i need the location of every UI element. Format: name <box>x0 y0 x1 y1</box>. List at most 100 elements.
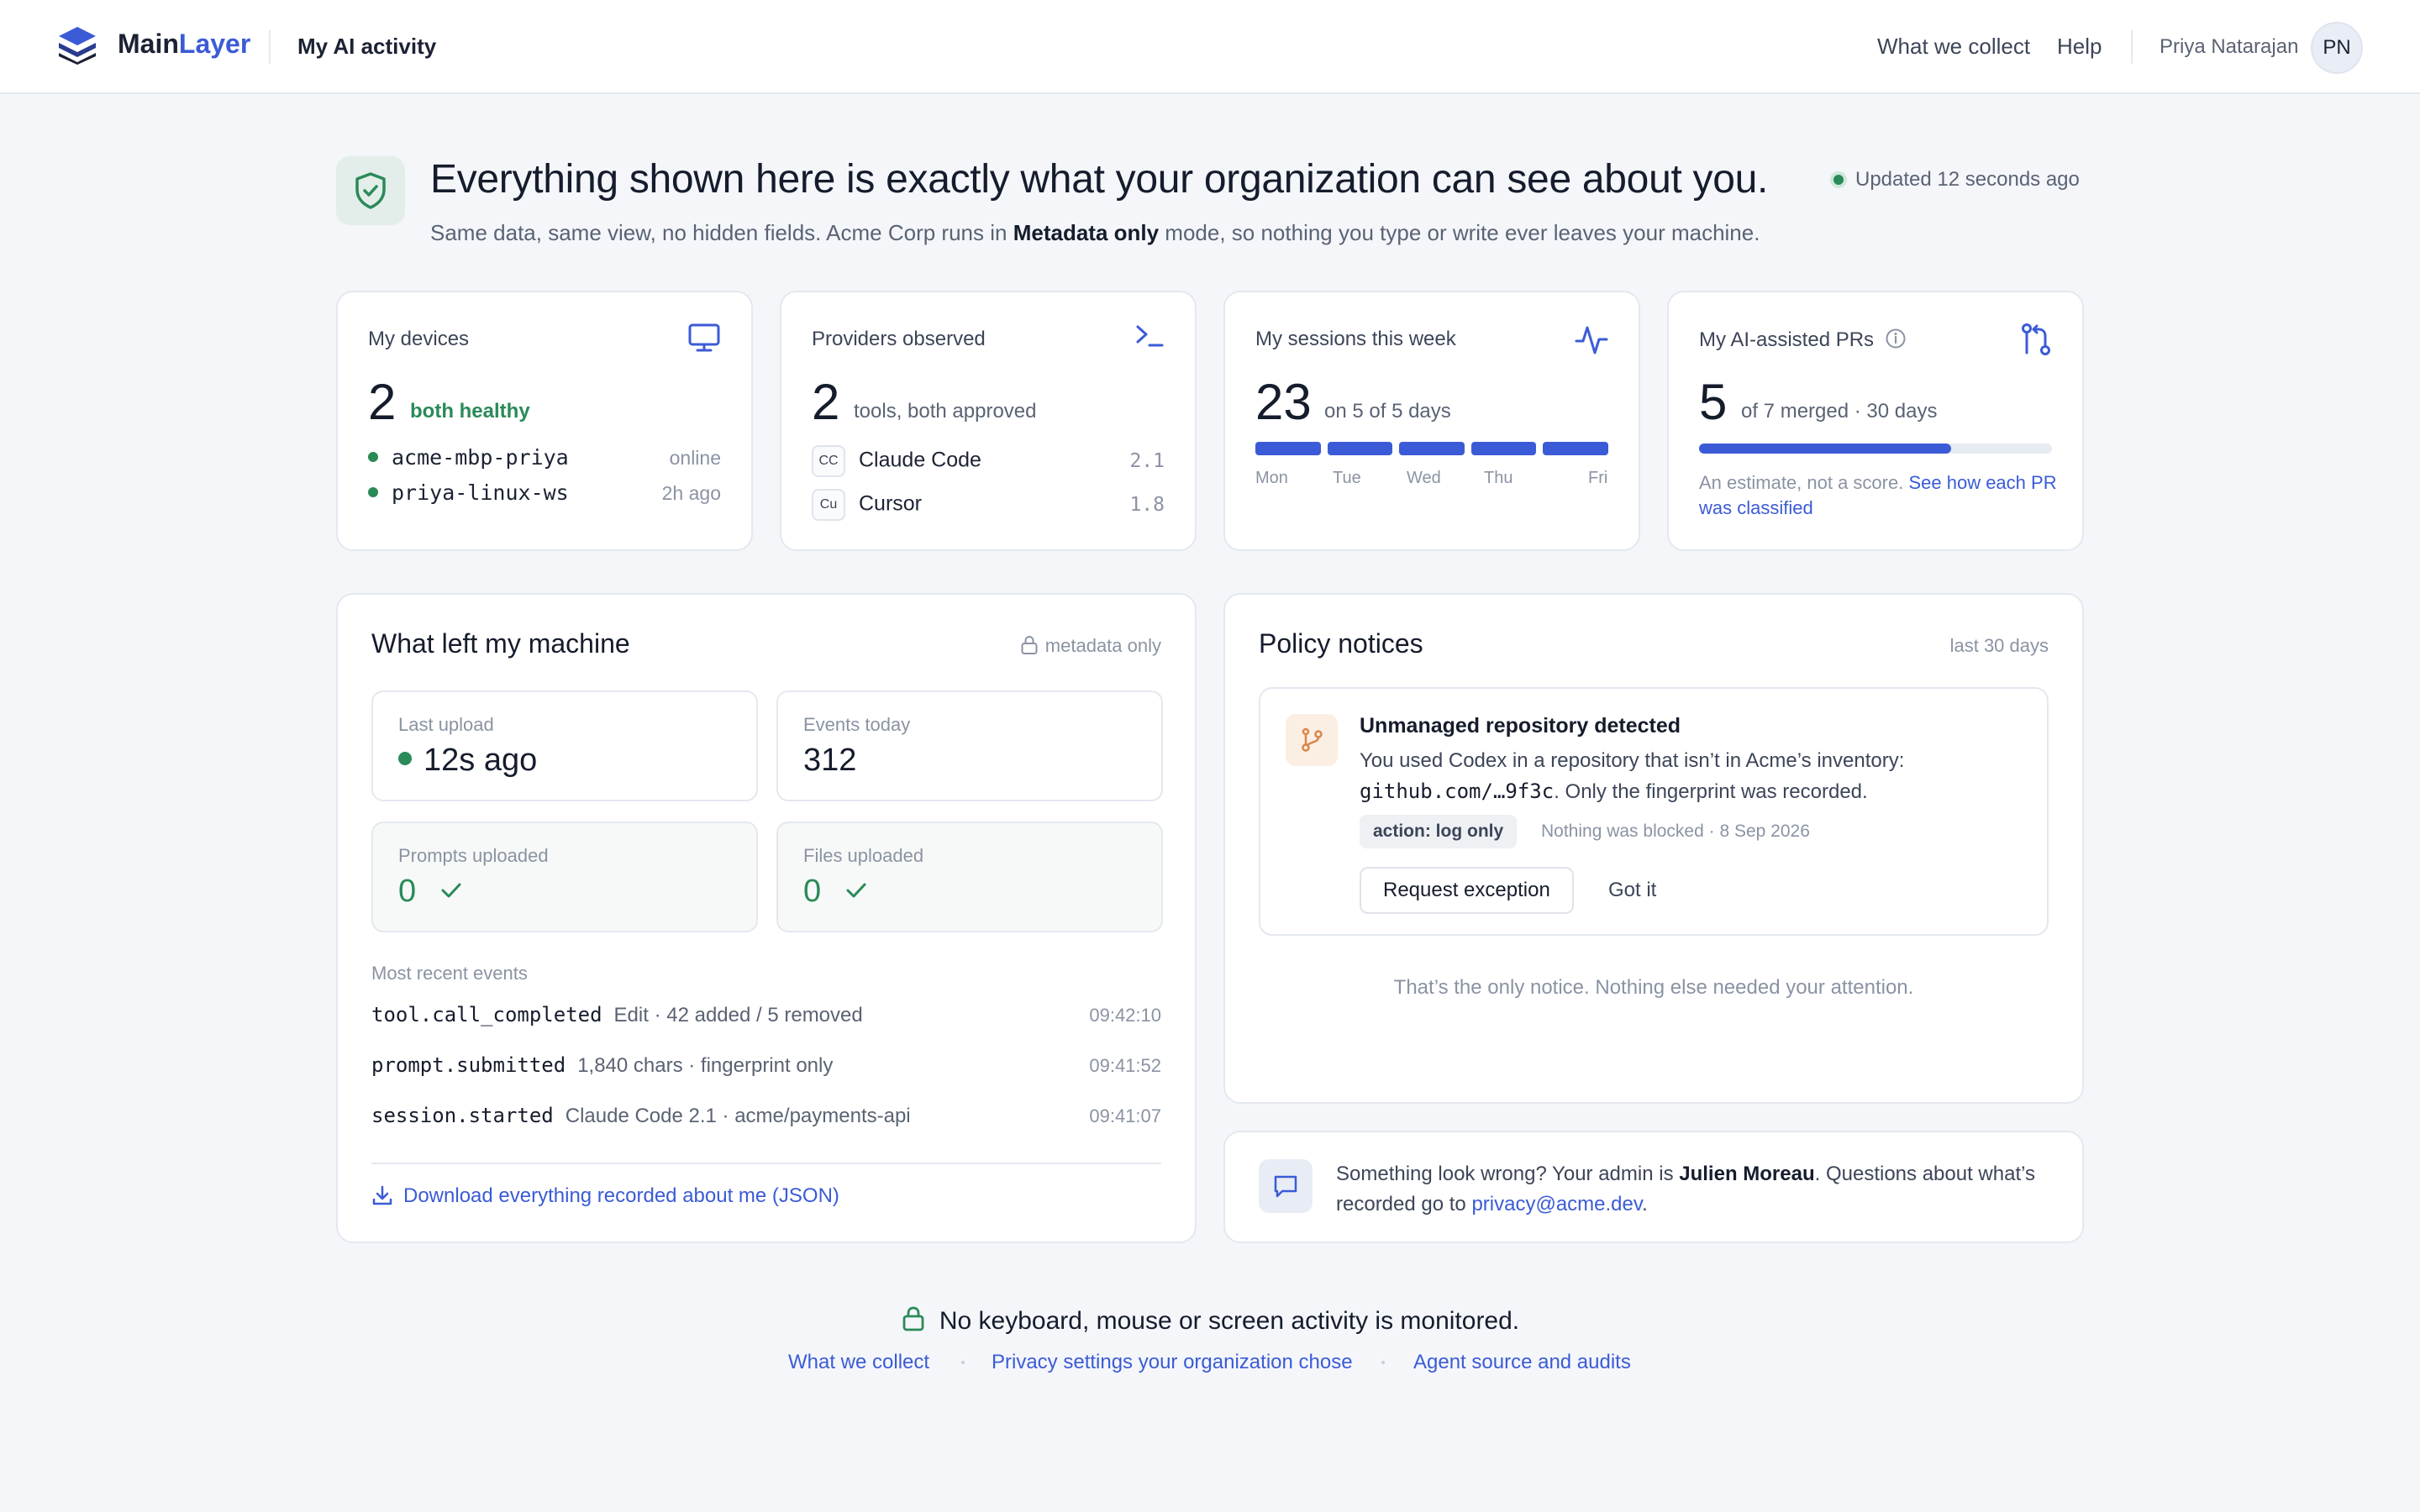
event-desc: 1,840 chars · fingerprint only <box>577 1054 834 1077</box>
device-status: online <box>669 447 721 469</box>
page-title: My AI activity <box>297 34 437 59</box>
brand-name[interactable]: MainLayer <box>118 29 250 60</box>
day-activity-bar <box>1399 442 1465 455</box>
activity-pulse-icon <box>1575 326 1608 354</box>
message-icon-badge <box>1259 1159 1313 1213</box>
footer-separator <box>961 1361 965 1364</box>
weekday-activity-bars <box>1255 442 1608 455</box>
provider-name: Cursor <box>859 491 923 516</box>
footer-link-agent-source[interactable]: Agent source and audits <box>1413 1351 1631 1374</box>
section-title: Policy notices <box>1259 628 1423 659</box>
avatar[interactable]: PN <box>2311 22 2363 74</box>
device-health-note: both healthy <box>410 400 530 423</box>
notice-range: last 30 days <box>1949 635 2049 656</box>
card-label: My sessions this week <box>1255 328 1456 350</box>
notice-icon-badge <box>1286 714 1338 766</box>
stat-value: 0 <box>803 874 867 910</box>
footer-link-privacy-settings[interactable]: Privacy settings your organization chose <box>992 1351 1353 1374</box>
day-activity-bar <box>1470 442 1537 455</box>
device-row[interactable]: acme-mbp-priya online <box>368 445 721 470</box>
provider-row[interactable]: Cu Cursor 1.8 <box>812 489 1165 521</box>
download-json-link[interactable]: Download everything recorded about me (J… <box>371 1184 839 1208</box>
stat-value: 312 <box>803 743 857 778</box>
day-label: Fri <box>1588 469 1608 487</box>
provider-name: Claude Code <box>859 448 981 472</box>
stat-files-uploaded: Files uploaded 0 <box>776 822 1163 932</box>
event-time: 09:41:52 <box>1089 1055 1161 1076</box>
provider-row[interactable]: CC Claude Code 2.1 <box>812 445 1165 477</box>
terminal-icon <box>1136 325 1164 347</box>
pr-note: of 7 merged · 30 days <box>1741 400 1938 423</box>
pr-merge-progress-fill <box>1699 444 1951 454</box>
pr-estimate-note: An estimate, not a score. See how each P… <box>1699 472 2057 518</box>
session-count: 23 <box>1255 374 1312 430</box>
got-it-button[interactable]: Got it <box>1608 879 1656 902</box>
provider-version: 1.8 <box>1129 494 1165 516</box>
event-time: 09:41:07 <box>1089 1105 1161 1126</box>
stat-value: 0 <box>398 874 462 910</box>
live-status-dot <box>1830 171 1847 188</box>
admin-contact-text: Something look wrong? Your admin is Juli… <box>1336 1163 2036 1215</box>
footer-link-what-we-collect[interactable]: What we collect <box>788 1351 929 1374</box>
top-bar: MainLayer My AI activity What we collect… <box>0 0 2420 94</box>
machine-uploads-panel: What left my machine metadata only Last … <box>336 593 1197 1243</box>
device-count: 2 <box>368 374 397 430</box>
policy-notice-card: Unmanaged repository detected You used C… <box>1259 687 2049 936</box>
device-row[interactable]: priya-linux-ws 2h ago <box>368 480 721 506</box>
event-name: session.started <box>371 1104 554 1127</box>
action-badge: action: log only <box>1360 815 1518 848</box>
providers-card: Providers observed 2 tools, both approve… <box>780 291 1197 551</box>
notice-title: Unmanaged repository detected <box>1360 714 1681 738</box>
monitor-icon <box>688 323 720 352</box>
event-name: prompt.submitted <box>371 1053 566 1077</box>
provider-tag: CC <box>812 445 845 477</box>
provider-note: tools, both approved <box>854 400 1037 423</box>
privacy-email-link[interactable]: privacy@acme.dev <box>1471 1193 1642 1215</box>
event-desc: Claude Code 2.1 · acme/payments-api <box>565 1105 911 1127</box>
monitoring-statement: No keyboard, mouse or screen activity is… <box>0 1305 2420 1336</box>
card-label: My AI-assisted PRs <box>1699 328 1907 352</box>
event-row[interactable]: tool.call_completed Edit · 42 added / 5 r… <box>371 1003 1161 1027</box>
pr-merge-progress <box>1699 444 2052 454</box>
day-activity-bar <box>1255 442 1321 455</box>
provider-version: 2.1 <box>1129 450 1165 472</box>
stat-label: Files uploaded <box>803 845 924 866</box>
admin-name: Julien Moreau <box>1679 1163 1815 1185</box>
hero-title: Everything shown here is exactly what yo… <box>430 157 1769 202</box>
day-activity-bar <box>1327 442 1393 455</box>
stat-last-upload: Last upload 12s ago <box>371 690 758 801</box>
info-icon[interactable] <box>1885 328 1907 349</box>
shield-check-icon <box>355 172 386 209</box>
stat-prompts-uploaded: Prompts uploaded 0 <box>371 822 758 932</box>
check-icon <box>846 883 866 898</box>
lock-icon <box>1021 635 1038 654</box>
git-branch-icon <box>1302 727 1323 752</box>
request-exception-button[interactable]: Request exception <box>1360 867 1574 914</box>
nav-what-we-collect[interactable]: What we collect <box>1877 34 2030 60</box>
day-activity-bar <box>1543 442 1608 455</box>
day-label: Wed <box>1407 469 1441 487</box>
header-divider <box>269 30 271 64</box>
event-row[interactable]: prompt.submitted 1,840 chars · fingerprin… <box>371 1053 1161 1078</box>
user-name[interactable]: Priya Natarajan <box>2160 35 2298 59</box>
notices-footer: That’s the only notice. Nothing else nee… <box>1393 976 1914 999</box>
devices-card: My devices 2 both healthy acme-mbp-priya… <box>336 291 753 551</box>
device-name: acme-mbp-priya <box>392 445 569 470</box>
nav-help[interactable]: Help <box>2057 34 2102 60</box>
card-label: My devices <box>368 328 470 350</box>
updated-status: Updated 12 seconds ago <box>1830 168 2080 192</box>
status-dot <box>398 752 412 765</box>
stat-value: 12s ago <box>398 743 537 779</box>
status-dot <box>368 452 378 462</box>
mode-name: Metadata only <box>1013 220 1160 245</box>
device-status: 2h ago <box>661 482 721 504</box>
download-icon <box>372 1185 392 1205</box>
provider-tag: Cu <box>812 489 845 521</box>
event-name: tool.call_completed <box>371 1003 602 1026</box>
section-title: What left my machine <box>371 628 630 659</box>
event-time: 09:42:10 <box>1089 1005 1161 1026</box>
pr-count: 5 <box>1699 374 1728 430</box>
footer-separator <box>1381 1361 1385 1364</box>
event-row[interactable]: session.started Claude Code 2.1 · acme/pa… <box>371 1104 1161 1128</box>
notice-meta: Nothing was blocked · 8 Sep 2026 <box>1541 822 1810 841</box>
